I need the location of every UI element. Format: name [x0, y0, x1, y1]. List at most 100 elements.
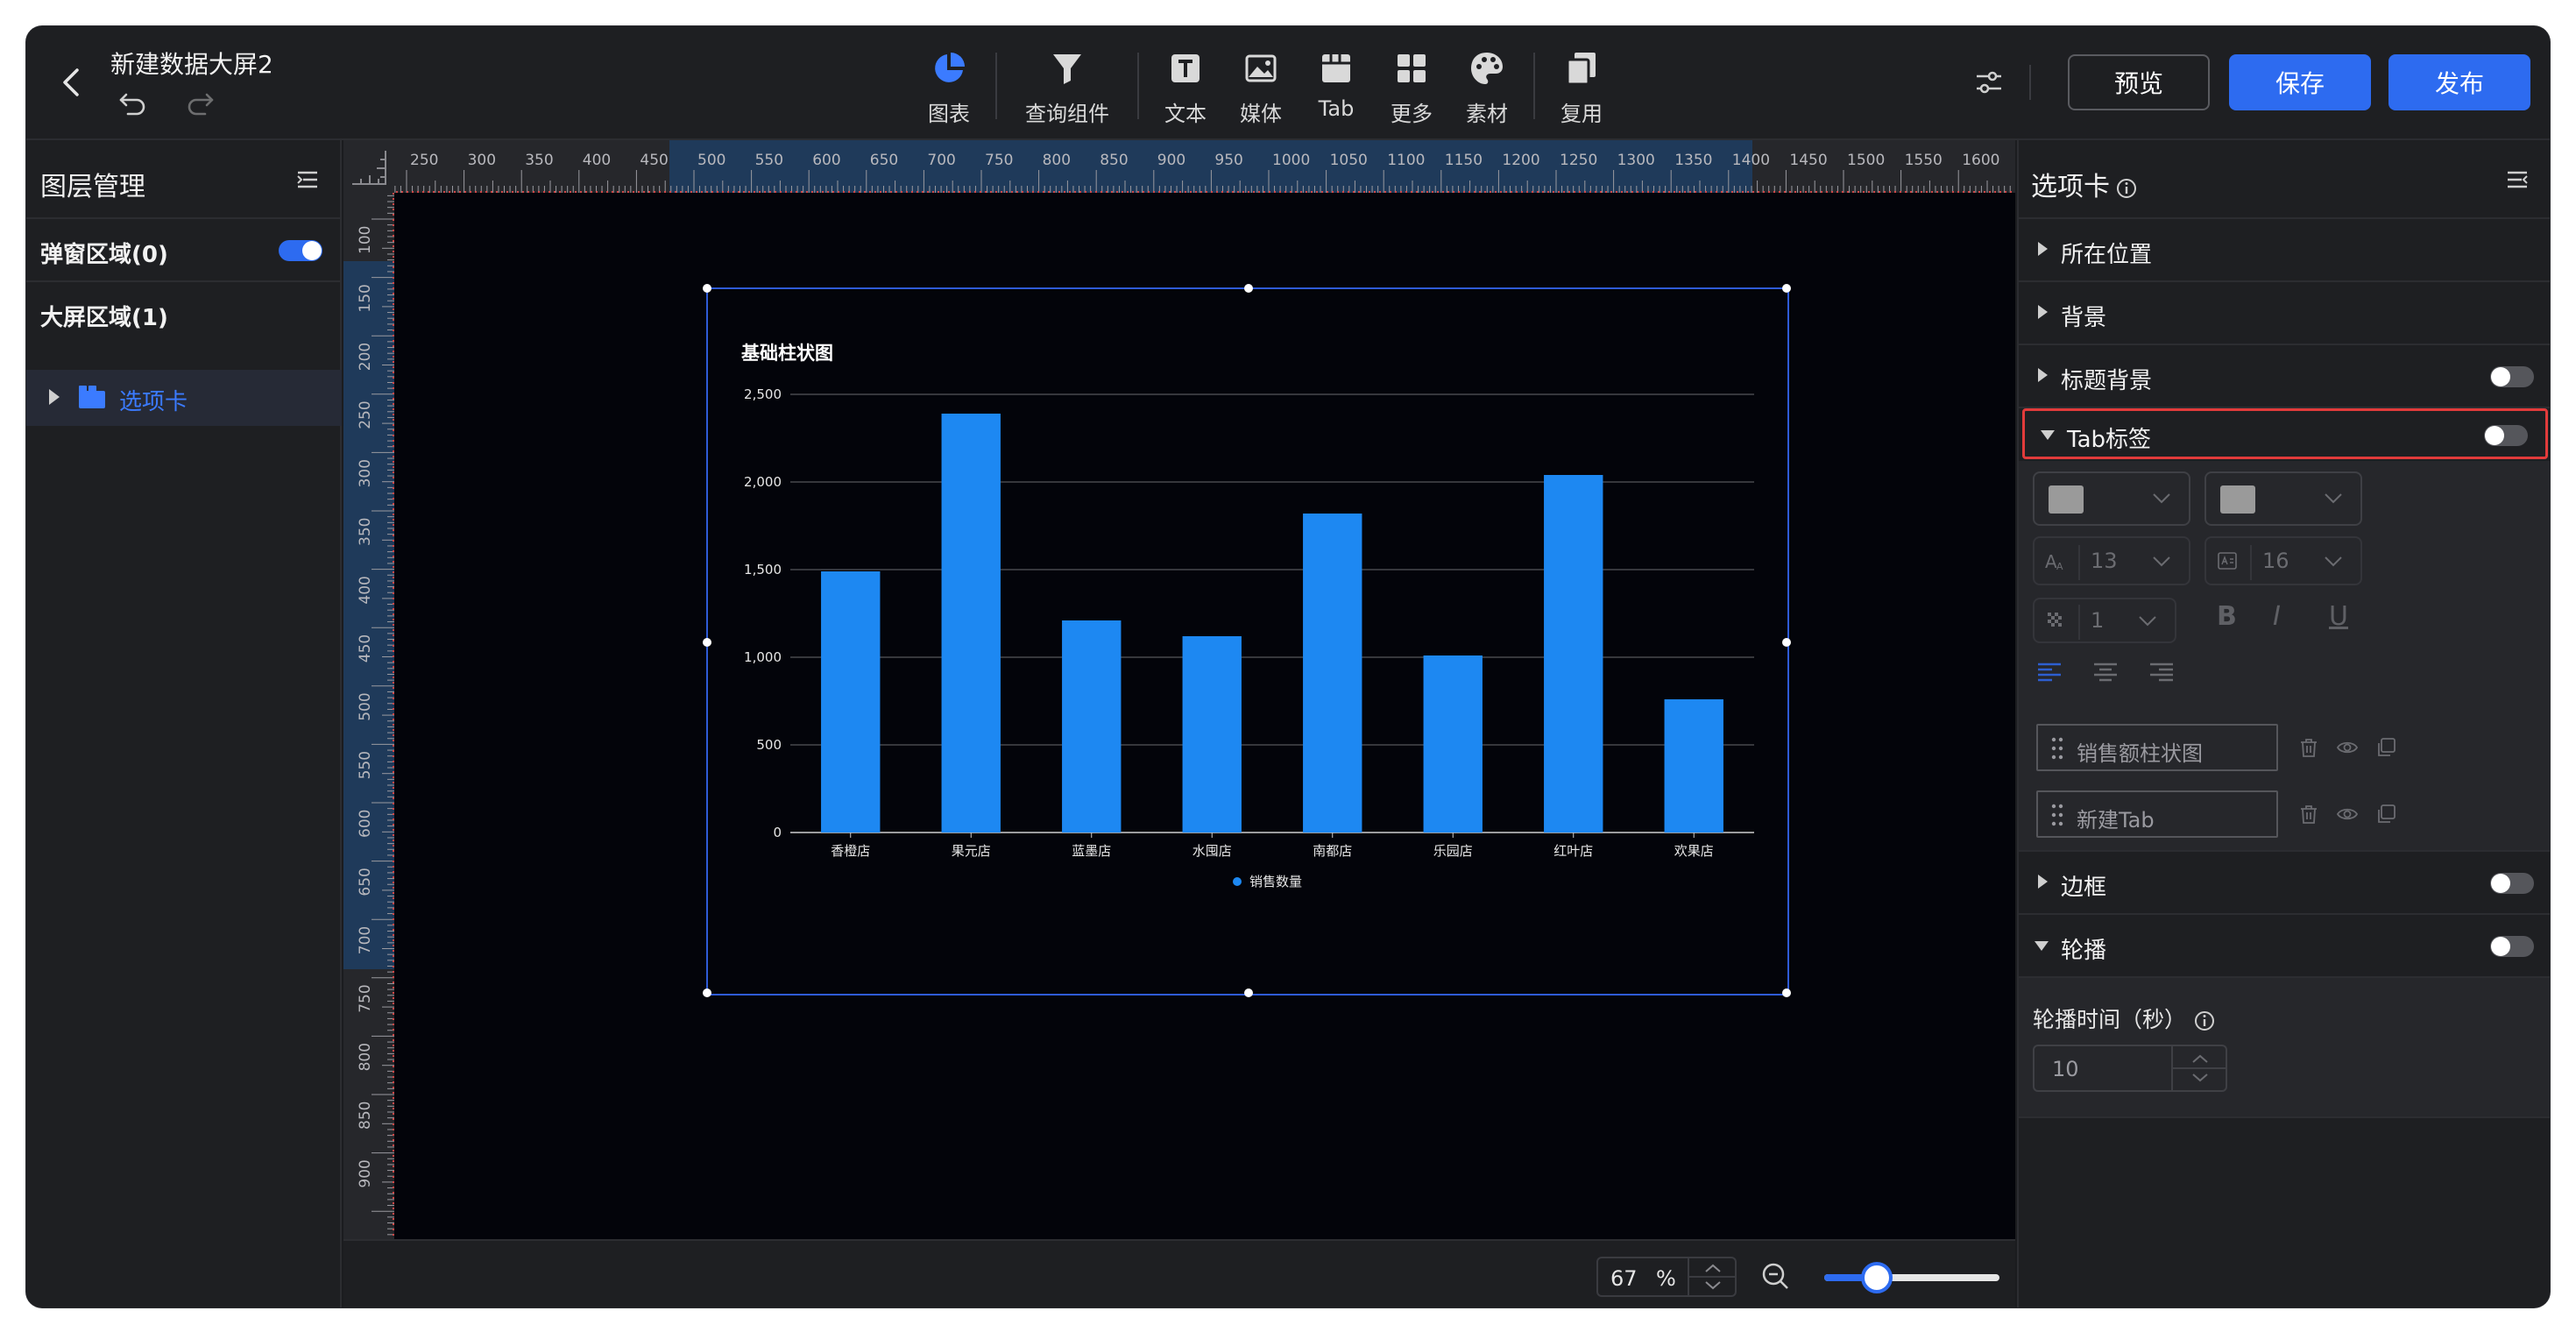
tool-media[interactable]: 媒体	[1223, 42, 1299, 130]
resize-handle-tl[interactable]	[703, 284, 711, 293]
border-toggle[interactable]	[2490, 873, 2534, 894]
stepper-arrows-icon	[2173, 1054, 2227, 1082]
tool-chart[interactable]: 图表	[911, 42, 987, 130]
legend-label[interactable]: 销售数量	[1249, 874, 1302, 889]
carousel-time-value[interactable]: 10	[2052, 1057, 2079, 1081]
chevron-down-icon	[2139, 616, 2156, 627]
eye-icon[interactable]	[2336, 803, 2359, 825]
ruler-tick-label: 650	[357, 868, 374, 896]
ruler-tick-label: 300	[357, 459, 374, 487]
tool-more[interactable]: 更多	[1374, 42, 1449, 130]
sliders-settings-icon[interactable]	[1971, 65, 2006, 100]
underline-button[interactable]: U	[2329, 601, 2348, 632]
undo-icon[interactable]	[117, 88, 149, 119]
ruler-tick-label: 900	[1157, 152, 1185, 169]
zoom-slider[interactable]	[1824, 1262, 1999, 1293]
carousel-toggle[interactable]	[2490, 936, 2534, 957]
bar[interactable]	[1664, 699, 1723, 833]
zoom-out-icon[interactable]	[1759, 1260, 1791, 1292]
bar[interactable]	[941, 414, 1001, 833]
grid-icon	[1398, 54, 1426, 82]
align-left-icon[interactable]	[2036, 659, 2063, 685]
tab-label-toggle[interactable]	[2484, 425, 2528, 446]
horizontal-ruler[interactable]: 250 300 350 400 450 500 550 600 650 700 750 800 850 9…	[343, 140, 2015, 193]
x-tick-label: 南都店	[1313, 843, 1352, 859]
panel-menu-icon[interactable]	[2504, 167, 2530, 193]
carousel-time-stepper[interactable]	[2171, 1046, 2227, 1090]
duplicate-icon[interactable]	[2374, 803, 2397, 825]
align-right-icon[interactable]	[2148, 659, 2175, 685]
zoom-slider-handle[interactable]	[1861, 1262, 1893, 1293]
section-title-background[interactable]: 标题背景	[2019, 345, 2550, 408]
bar[interactable]	[1303, 514, 1362, 833]
zoom-input[interactable]: 67 %	[1596, 1257, 1737, 1297]
design-canvas[interactable]: 基础柱状图 0 500 1,000 1,500 2,000 2,500 香橙店 果元店 蓝墨店 水囤…	[394, 193, 2015, 1239]
selected-tab-widget[interactable]: 基础柱状图 0 500 1,000 1,500 2,000 2,500 香橙店 果元店 蓝墨店 水囤…	[703, 284, 1791, 997]
bar[interactable]	[1544, 475, 1603, 833]
tool-reuse[interactable]: 复用	[1544, 42, 1619, 130]
drag-handle-icon[interactable]	[2050, 736, 2064, 761]
zoom-stepper[interactable]	[1688, 1258, 1737, 1295]
bar[interactable]	[1182, 636, 1242, 833]
bar[interactable]	[1423, 655, 1483, 833]
ruler-tick-label: 200	[357, 343, 374, 371]
drag-handle-icon[interactable]	[2050, 803, 2064, 827]
legend-marker[interactable]	[1233, 877, 1242, 886]
trash-icon[interactable]	[2297, 803, 2320, 825]
resize-handle-r[interactable]	[1782, 638, 1791, 647]
resize-handle-l[interactable]	[703, 638, 711, 647]
expand-caret-icon[interactable]	[49, 389, 60, 405]
align-center-icon[interactable]	[2092, 659, 2119, 685]
ruler-tick-label: 900	[357, 1159, 374, 1187]
tool-text[interactable]: 文本	[1148, 42, 1223, 130]
component-name: 选项卡	[2031, 172, 2110, 202]
font-size-select[interactable]: AA 13	[2033, 536, 2190, 585]
tool-query[interactable]: 查询组件	[1006, 42, 1129, 130]
resize-handle-t[interactable]	[1244, 284, 1253, 293]
tab-item-row[interactable]: 销售额柱状图	[2036, 724, 2278, 771]
bar[interactable]	[1062, 620, 1122, 833]
background-color-picker[interactable]	[2204, 471, 2362, 526]
collapse-menu-icon[interactable]	[294, 167, 321, 193]
opacity-select[interactable]: 1	[2033, 598, 2176, 643]
back-arrow-icon[interactable]	[54, 65, 89, 100]
info-icon[interactable]	[2115, 177, 2138, 200]
font-color-picker[interactable]	[2033, 471, 2190, 526]
tab-name[interactable]: 销售额柱状图	[2077, 736, 2203, 767]
toolbar-divider	[1533, 53, 1535, 119]
resize-handle-b[interactable]	[1244, 988, 1253, 997]
resize-handle-tr[interactable]	[1782, 284, 1791, 293]
tab-name[interactable]: 新建Tab	[2077, 803, 2155, 833]
resize-handle-br[interactable]	[1782, 988, 1791, 997]
zoom-value[interactable]: 67	[1610, 1266, 1638, 1291]
bold-button[interactable]: B	[2217, 601, 2237, 632]
bar[interactable]	[821, 571, 881, 833]
tool-tab[interactable]: Tab	[1299, 42, 1374, 130]
y-tick-label: 2,500	[744, 386, 782, 402]
save-button[interactable]: 保存	[2229, 54, 2371, 110]
ruler-tick-label: 250	[410, 152, 438, 169]
eye-icon[interactable]	[2336, 736, 2359, 759]
carousel-time-input[interactable]: 10	[2033, 1045, 2227, 1092]
section-position[interactable]: 所在位置	[2019, 219, 2550, 282]
duplicate-icon[interactable]	[2374, 736, 2397, 759]
layer-item-tabs[interactable]: 选项卡	[26, 370, 342, 426]
section-tab-label[interactable]: Tab标签	[2022, 408, 2548, 459]
popup-area-toggle[interactable]	[279, 240, 322, 261]
vertical-ruler[interactable]: 100 150 200 250 300 350 400 450 500 550 600 650 700 7…	[343, 193, 394, 1239]
section-background[interactable]: 背景	[2019, 282, 2550, 345]
section-border[interactable]: 边框	[2019, 852, 2550, 915]
resize-handle-bl[interactable]	[703, 988, 711, 997]
tab-item-row[interactable]: 新建Tab	[2036, 790, 2278, 838]
line-height-select[interactable]: 16	[2204, 536, 2362, 585]
title-background-toggle[interactable]	[2490, 366, 2534, 387]
trash-icon[interactable]	[2297, 736, 2320, 759]
info-icon[interactable]	[2193, 1010, 2216, 1032]
section-carousel[interactable]: 轮播	[2019, 915, 2550, 978]
preview-button[interactable]: 预览	[2068, 54, 2210, 110]
italic-button[interactable]: I	[2273, 601, 2281, 632]
redo-icon[interactable]	[184, 88, 216, 119]
x-tick-label: 乐园店	[1433, 843, 1473, 859]
tool-material[interactable]: 素材	[1449, 42, 1525, 130]
publish-button[interactable]: 发布	[2388, 54, 2530, 110]
